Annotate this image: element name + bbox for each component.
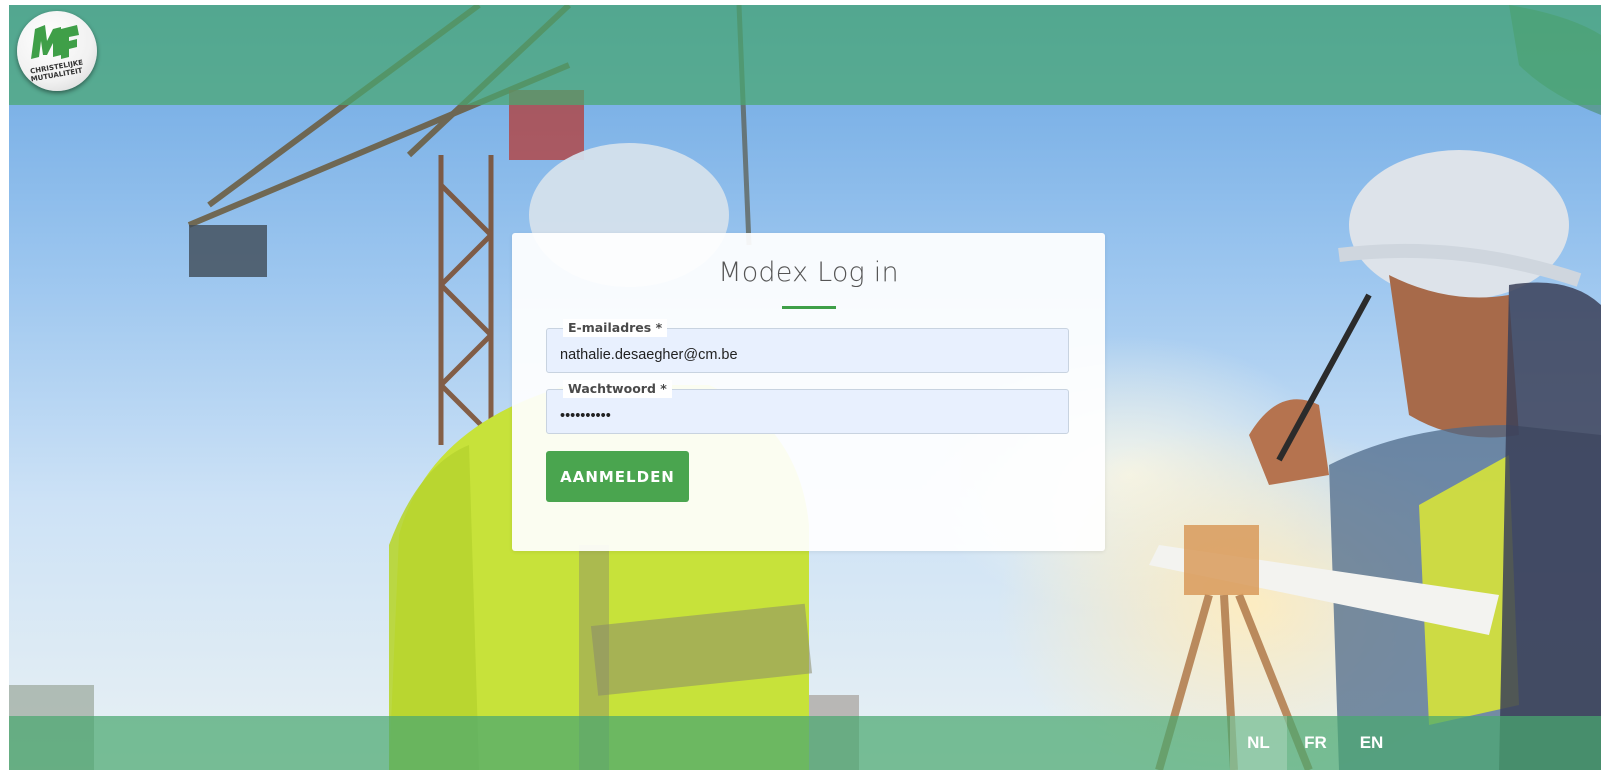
email-label: E-mailadres * — [563, 319, 668, 337]
language-en[interactable]: EN — [1343, 716, 1400, 770]
login-card: Modex Log in E-mailadres * Wachtwoord * … — [512, 233, 1105, 551]
title-underline — [782, 306, 836, 309]
header-bar: CHRISTELIJKE MUTUALITEIT — [9, 5, 1601, 105]
login-submit-button[interactable]: AANMELDEN — [546, 451, 689, 502]
language-fr[interactable]: FR — [1287, 716, 1344, 770]
cm-logo-icon: CHRISTELIJKE MUTUALITEIT — [30, 25, 84, 84]
page-viewport: CHRISTELIJKE MUTUALITEIT Modex Log in E-… — [9, 5, 1601, 770]
password-label: Wachtwoord * — [563, 380, 672, 398]
language-nl[interactable]: NL — [1230, 716, 1287, 770]
login-title: Modex Log in — [718, 257, 899, 288]
cm-logo[interactable]: CHRISTELIJKE MUTUALITEIT — [17, 11, 97, 91]
footer-bar: NL FR EN — [9, 716, 1601, 770]
